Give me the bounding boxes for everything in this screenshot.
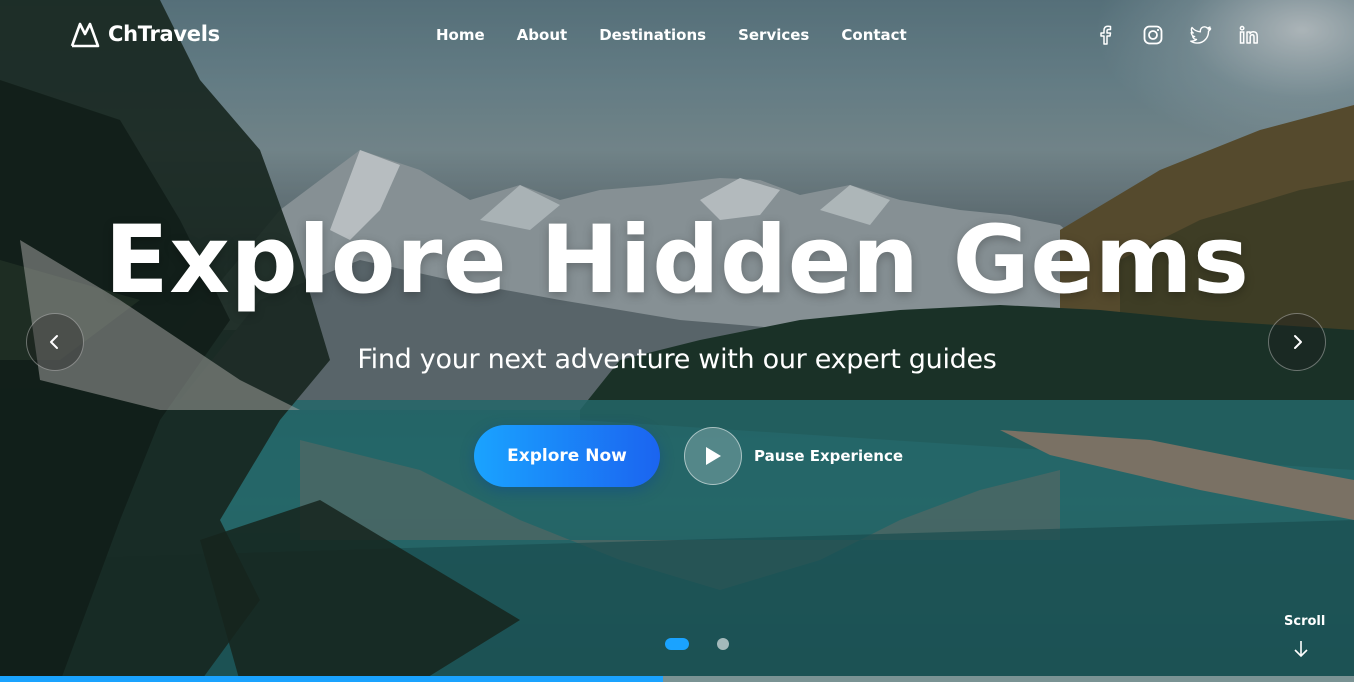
brand-logo[interactable]: ChTravels: [70, 20, 220, 48]
nav-link-contact[interactable]: Contact: [841, 26, 906, 44]
arrow-down-icon[interactable]: [1293, 640, 1309, 658]
slide-progress-bar: [0, 676, 1354, 682]
play-icon: [706, 447, 721, 465]
linkedin-icon[interactable]: [1238, 22, 1260, 48]
prev-slide-button[interactable]: [26, 313, 84, 371]
hero-subtitle: Find your next adventure with our expert…: [357, 344, 997, 375]
hero-section: [0, 0, 1354, 682]
mountain-logo-icon: [70, 22, 100, 48]
twitter-icon[interactable]: [1190, 22, 1212, 48]
chevron-left-icon: [50, 335, 58, 349]
nav-link-about[interactable]: About: [517, 26, 568, 44]
main-menu: Home About Destinations Services Contact: [436, 26, 939, 44]
pause-experience-button[interactable]: [684, 427, 742, 485]
brand-name: ChTravels: [108, 22, 220, 46]
scroll-label[interactable]: Scroll: [1284, 614, 1325, 629]
nav-link-destinations[interactable]: Destinations: [599, 26, 706, 44]
instagram-icon[interactable]: [1142, 22, 1164, 48]
explore-now-button[interactable]: Explore Now: [474, 425, 660, 487]
hero-overlay: [0, 0, 1354, 682]
chevron-right-icon: [1294, 335, 1302, 349]
nav-link-services[interactable]: Services: [738, 26, 809, 44]
nav-link-home[interactable]: Home: [436, 26, 485, 44]
hero-headline: Explore Hidden Gems: [104, 206, 1250, 315]
slide-dot-2[interactable]: [717, 638, 729, 650]
social-links: [1094, 22, 1260, 48]
facebook-icon[interactable]: [1094, 22, 1116, 48]
slide-dot-1[interactable]: [665, 638, 689, 650]
slide-progress-fill: [0, 676, 664, 682]
top-navigation: ChTravels Home About Destinations Servic…: [0, 0, 1354, 70]
pause-experience-label[interactable]: Pause Experience: [754, 447, 903, 465]
next-slide-button[interactable]: [1268, 313, 1326, 371]
